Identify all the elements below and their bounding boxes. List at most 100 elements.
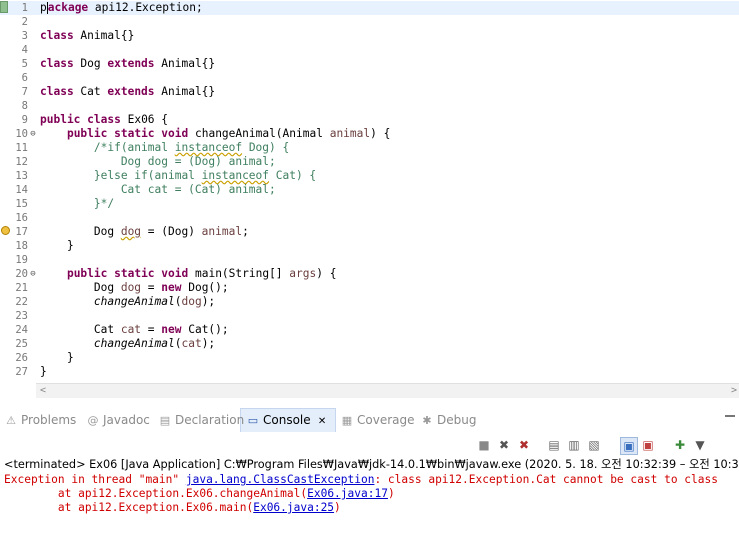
coverage-icon: ▦ — [341, 414, 353, 427]
code-line[interactable]: 8 — [0, 99, 739, 113]
line-number: 8 — [21, 100, 28, 112]
horizontal-scrollbar[interactable]: < > — [36, 383, 739, 398]
word-wrap-icon[interactable]: ▧ — [586, 437, 602, 453]
line-number: 27 — [15, 366, 28, 378]
line-number: 4 — [21, 44, 28, 56]
show-on-stdout-icon[interactable]: ▣ — [620, 437, 638, 455]
tab-label: Coverage — [357, 413, 415, 427]
code-line[interactable]: 9 public class Ex06 { — [0, 113, 739, 127]
display-console-icon[interactable]: ▼ — [692, 437, 708, 453]
remove-launch-icon[interactable]: ✖ — [496, 437, 512, 453]
line-number: 24 — [15, 324, 28, 336]
tab-problems[interactable]: ⚠ Problems — [4, 411, 76, 429]
code-line[interactable]: 7 class Cat extends Animal{} — [0, 85, 739, 99]
console-line: at api12.Exception.Ex06.main(Ex06.java:2… — [4, 501, 341, 515]
code-text: } — [40, 365, 47, 378]
code-line[interactable]: 24 Cat cat = new Cat(); — [0, 323, 739, 337]
console-icon: ▭ — [247, 414, 259, 427]
close-icon[interactable]: ✕ — [315, 416, 326, 427]
line-number: 10 — [15, 128, 28, 140]
scroll-right-icon[interactable]: > — [731, 384, 737, 398]
code-text: Dog dog = (Dog) animal; — [40, 155, 276, 168]
show-on-stderr-icon[interactable]: ▣ — [640, 437, 656, 453]
code-text: public class Ex06 { — [40, 113, 169, 126]
scroll-lock-icon[interactable]: ▥ — [566, 437, 582, 453]
tab-label: Debug — [437, 413, 477, 427]
code-line[interactable]: 11 /*if(animal instanceof Dog) { — [0, 141, 739, 155]
line-number: 13 — [15, 170, 28, 182]
console-toolbar: ■ ✖ ✖ ▤ ▥ ▧ ▣ ▣ ✚ ▼ — [0, 433, 739, 457]
debug-icon: ✱ — [422, 414, 432, 427]
code-line[interactable]: 2 — [0, 15, 739, 29]
code-text: class Cat extends Animal{} — [40, 85, 216, 98]
code-text: }else if(animal instanceof Cat) { — [40, 169, 317, 182]
code-line[interactable]: 15 }*/ — [0, 197, 739, 211]
line-number: 19 — [15, 254, 28, 266]
code-text: } — [40, 239, 74, 252]
code-editor[interactable]: 1 package api12.Exception; 2 3 class Animal{… — [0, 0, 739, 383]
code-text: Dog dog = new Dog(); — [40, 281, 229, 294]
line-number: 26 — [15, 352, 28, 364]
line-number: 15 — [15, 198, 28, 210]
tab-declaration[interactable]: ▤ Declaration — [158, 411, 244, 429]
trace-link[interactable]: Ex06.java:25 — [253, 501, 334, 514]
code-text: class Dog extends Animal{} — [40, 57, 216, 70]
clear-console-icon[interactable]: ▤ — [546, 437, 562, 453]
terminate-icon[interactable]: ■ — [476, 437, 492, 453]
code-text: Dog dog = (Dog) animal; — [40, 225, 249, 238]
trace-link[interactable]: Ex06.java:17 — [307, 487, 388, 500]
code-line[interactable]: 19 — [0, 253, 739, 267]
code-line[interactable]: 17 Dog dog = (Dog) animal; — [0, 225, 739, 239]
minimize-icon[interactable] — [725, 415, 735, 417]
code-line[interactable]: 18 } — [0, 239, 739, 253]
code-line[interactable]: 16 — [0, 211, 739, 225]
line-number: 18 — [15, 240, 28, 252]
line-number: 11 — [15, 142, 28, 154]
trace-prefix: at api12.Exception.Ex06.main( — [4, 501, 254, 514]
code-line[interactable]: 25 changeAnimal(cat); — [0, 337, 739, 351]
javadoc-icon: @ — [87, 414, 99, 427]
tab-label: Declaration — [175, 413, 245, 427]
code-text: public static void changeAnimal(Animal a… — [66, 127, 391, 140]
code-line[interactable]: 10 ⊖ public static void changeAnimal(Anim… — [0, 127, 739, 141]
code-text: } — [40, 351, 74, 364]
fold-toggle-icon[interactable]: ⊖ — [28, 127, 38, 141]
code-line[interactable]: 1 package api12.Exception; — [0, 1, 739, 15]
code-text: /*if(animal instanceof Dog) { — [40, 141, 290, 154]
line-number: 20 — [15, 268, 28, 280]
tab-console[interactable]: ▭ Console ✕ — [246, 411, 326, 429]
tab-debug[interactable]: ✱ Debug — [420, 411, 476, 429]
code-line[interactable]: 12 Dog dog = (Dog) animal; — [0, 155, 739, 169]
warning-icon[interactable] — [1, 226, 10, 235]
code-line[interactable]: 27} — [0, 365, 739, 379]
code-line[interactable]: 23 — [0, 309, 739, 323]
tab-javadoc[interactable]: @ Javadoc — [86, 411, 150, 429]
code-line[interactable]: 3 class Animal{} — [0, 29, 739, 43]
code-line[interactable]: 5 class Dog extends Animal{} — [0, 57, 739, 71]
code-line[interactable]: 6 — [0, 71, 739, 85]
code-line[interactable]: 4 — [0, 43, 739, 57]
console-line: Exception in thread "main" java.lang.Cla… — [4, 473, 718, 487]
line-number: 14 — [15, 184, 28, 196]
scroll-left-icon[interactable]: < — [40, 384, 46, 398]
code-text: package api12.Exception; — [40, 1, 203, 14]
code-line[interactable]: 20 ⊖ public static void main(String[] arg… — [0, 267, 739, 281]
code-text: }*/ — [40, 197, 115, 210]
code-line[interactable]: 22 changeAnimal(dog); — [0, 295, 739, 309]
line-number: 23 — [15, 310, 28, 322]
fold-toggle-icon[interactable]: ⊖ — [28, 267, 38, 281]
exception-message: : class api12.Exception.Cat cannot be ca… — [374, 473, 718, 486]
trace-suffix: ) — [334, 501, 341, 514]
exception-prefix: Exception in thread "main" — [4, 473, 186, 486]
exception-class-link[interactable]: java.lang.ClassCastException — [186, 473, 375, 486]
code-line[interactable]: 21 Dog dog = new Dog(); — [0, 281, 739, 295]
console-status: <terminated> Ex06 [Java Application] C:₩… — [4, 458, 739, 471]
declaration-icon: ▤ — [159, 414, 171, 427]
code-line[interactable]: 26 } — [0, 351, 739, 365]
code-line[interactable]: 13 }else if(animal instanceof Cat) { — [0, 169, 739, 183]
line-number: 2 — [21, 16, 28, 28]
remove-all-icon[interactable]: ✖ — [516, 437, 532, 453]
tab-coverage[interactable]: ▦ Coverage — [340, 411, 415, 429]
pin-console-icon[interactable]: ✚ — [672, 437, 688, 453]
code-line[interactable]: 14 Cat cat = (Cat) animal; — [0, 183, 739, 197]
